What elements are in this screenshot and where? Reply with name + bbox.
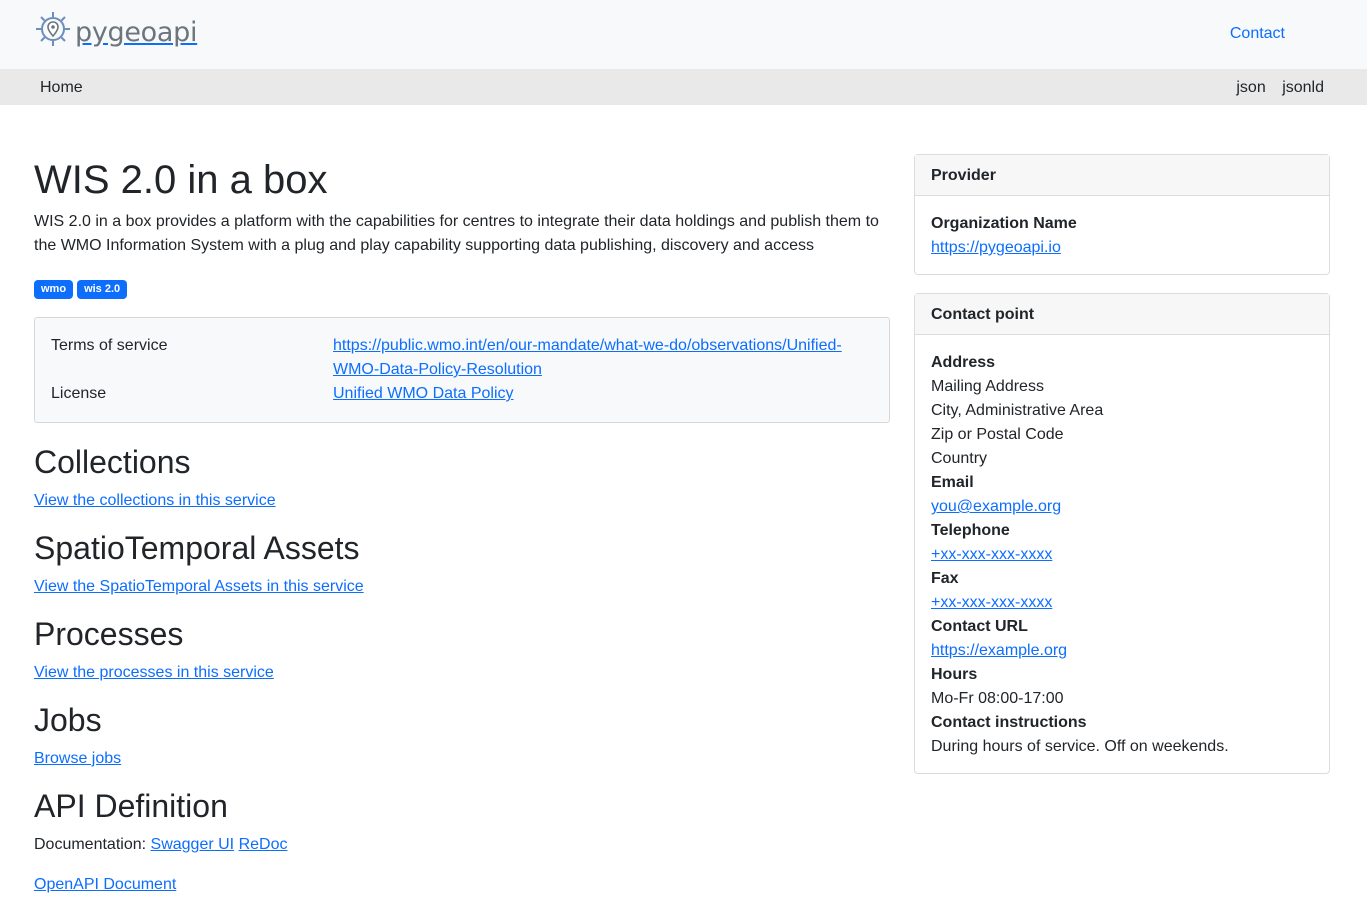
page-title: WIS 2.0 in a box [34,158,328,202]
fax-label: Fax [931,570,959,587]
collections-heading: Collections [34,444,191,480]
hours-label: Hours [931,666,978,683]
redoc-link[interactable]: ReDoc [239,836,288,853]
terms-box: Terms of service https://public.wmo.int/… [34,317,890,423]
address-line: City, Administrative Area [931,402,1104,419]
format-links: json jsonld [1224,76,1324,100]
service-description: WIS 2.0 in a box provides a platform wit… [34,213,879,254]
email-link[interactable]: you@example.org [931,498,1061,515]
stac-link[interactable]: View the SpatioTemporal Assets in this s… [34,578,364,595]
email-label: Email [931,474,974,491]
contact-card: Contact point Address Mailing Address Ci… [914,293,1330,774]
api-definition-section: API Definition Documentation: Swagger UI… [34,787,890,897]
nav-home-link[interactable]: Home [40,76,83,100]
jobs-link[interactable]: Browse jobs [34,750,121,767]
fax-link[interactable]: +xx-xxx-xxx-xxxx [931,594,1052,611]
logo-link[interactable]: pygeoapi [33,12,197,54]
license-link[interactable]: Unified WMO Data Policy [333,382,873,406]
telephone-label: Telephone [931,522,1010,539]
documentation-line: Documentation: Swagger UI ReDoc [34,833,890,857]
contact-link[interactable]: Contact [1230,22,1285,46]
address-line: Country [931,450,988,467]
license-label: License [51,385,107,402]
contact-instructions-value: During hours of service. Off on weekends… [931,738,1229,755]
terms-label: Terms of service [51,337,168,354]
terms-link-line2: WMO-Data-Policy-Resolution [333,361,542,378]
address-line: Zip or Postal Code [931,426,1064,443]
top-header: pygeoapi Contact [0,0,1367,69]
collections-link[interactable]: View the collections in this service [34,492,276,509]
jobs-section: Jobs Browse jobs [34,701,890,771]
processes-section: Processes View the processes in this ser… [34,615,890,685]
logo-text: pygeoapi [75,17,198,48]
processes-link[interactable]: View the processes in this service [34,664,274,681]
json-link[interactable]: json [1236,79,1265,96]
keyword-badge: wmo [34,280,74,299]
provider-heading: Provider [915,155,1329,196]
jobs-heading: Jobs [34,702,102,738]
terms-link[interactable]: https://public.wmo.int/en/our-mandate/wh… [333,334,873,382]
keyword-badges: wmo wis 2.0 [34,280,890,299]
main-content: WIS 2.0 in a box WIS 2.0 in a box provid… [34,106,890,913]
provider-body: Organization Name https://pygeoapi.io [915,196,1329,274]
terms-link-line1: https://public.wmo.int/en/our-mandate/wh… [333,337,842,354]
provider-card: Provider Organization Name https://pygeo… [914,154,1330,275]
address-label: Address [931,354,996,371]
contact-url-link[interactable]: https://example.org [931,642,1067,659]
openapi-document-link[interactable]: OpenAPI Document [34,876,176,893]
breadcrumb-nav: Home json jsonld [0,69,1367,105]
contact-body: Address Mailing Address City, Administra… [915,335,1329,773]
openapi-line: OpenAPI Document [34,873,890,897]
stac-section: SpatioTemporal Assets View the SpatioTem… [34,529,890,599]
processes-heading: Processes [34,616,184,652]
documentation-label: Documentation: [34,836,147,853]
api-definition-heading: API Definition [34,788,228,824]
collections-section: Collections View the collections in this… [34,443,890,513]
contact-heading: Contact point [915,294,1329,335]
swagger-ui-link[interactable]: Swagger UI [151,836,235,853]
organization-link[interactable]: https://pygeoapi.io [931,239,1061,256]
jsonld-link[interactable]: jsonld [1282,79,1324,96]
contact-url-label: Contact URL [931,618,1028,635]
telephone-link[interactable]: +xx-xxx-xxx-xxxx [931,546,1052,563]
stac-heading: SpatioTemporal Assets [34,530,360,566]
hours-value: Mo-Fr 08:00-17:00 [931,690,1064,707]
keyword-badge: wis 2.0 [77,280,128,299]
organization-label: Organization Name [931,215,1077,232]
contact-instructions-label: Contact instructions [931,714,1087,731]
sidebar: Provider Organization Name https://pygeo… [914,154,1330,792]
pygeoapi-logo-icon [33,9,73,57]
address-line: Mailing Address [931,378,1044,395]
